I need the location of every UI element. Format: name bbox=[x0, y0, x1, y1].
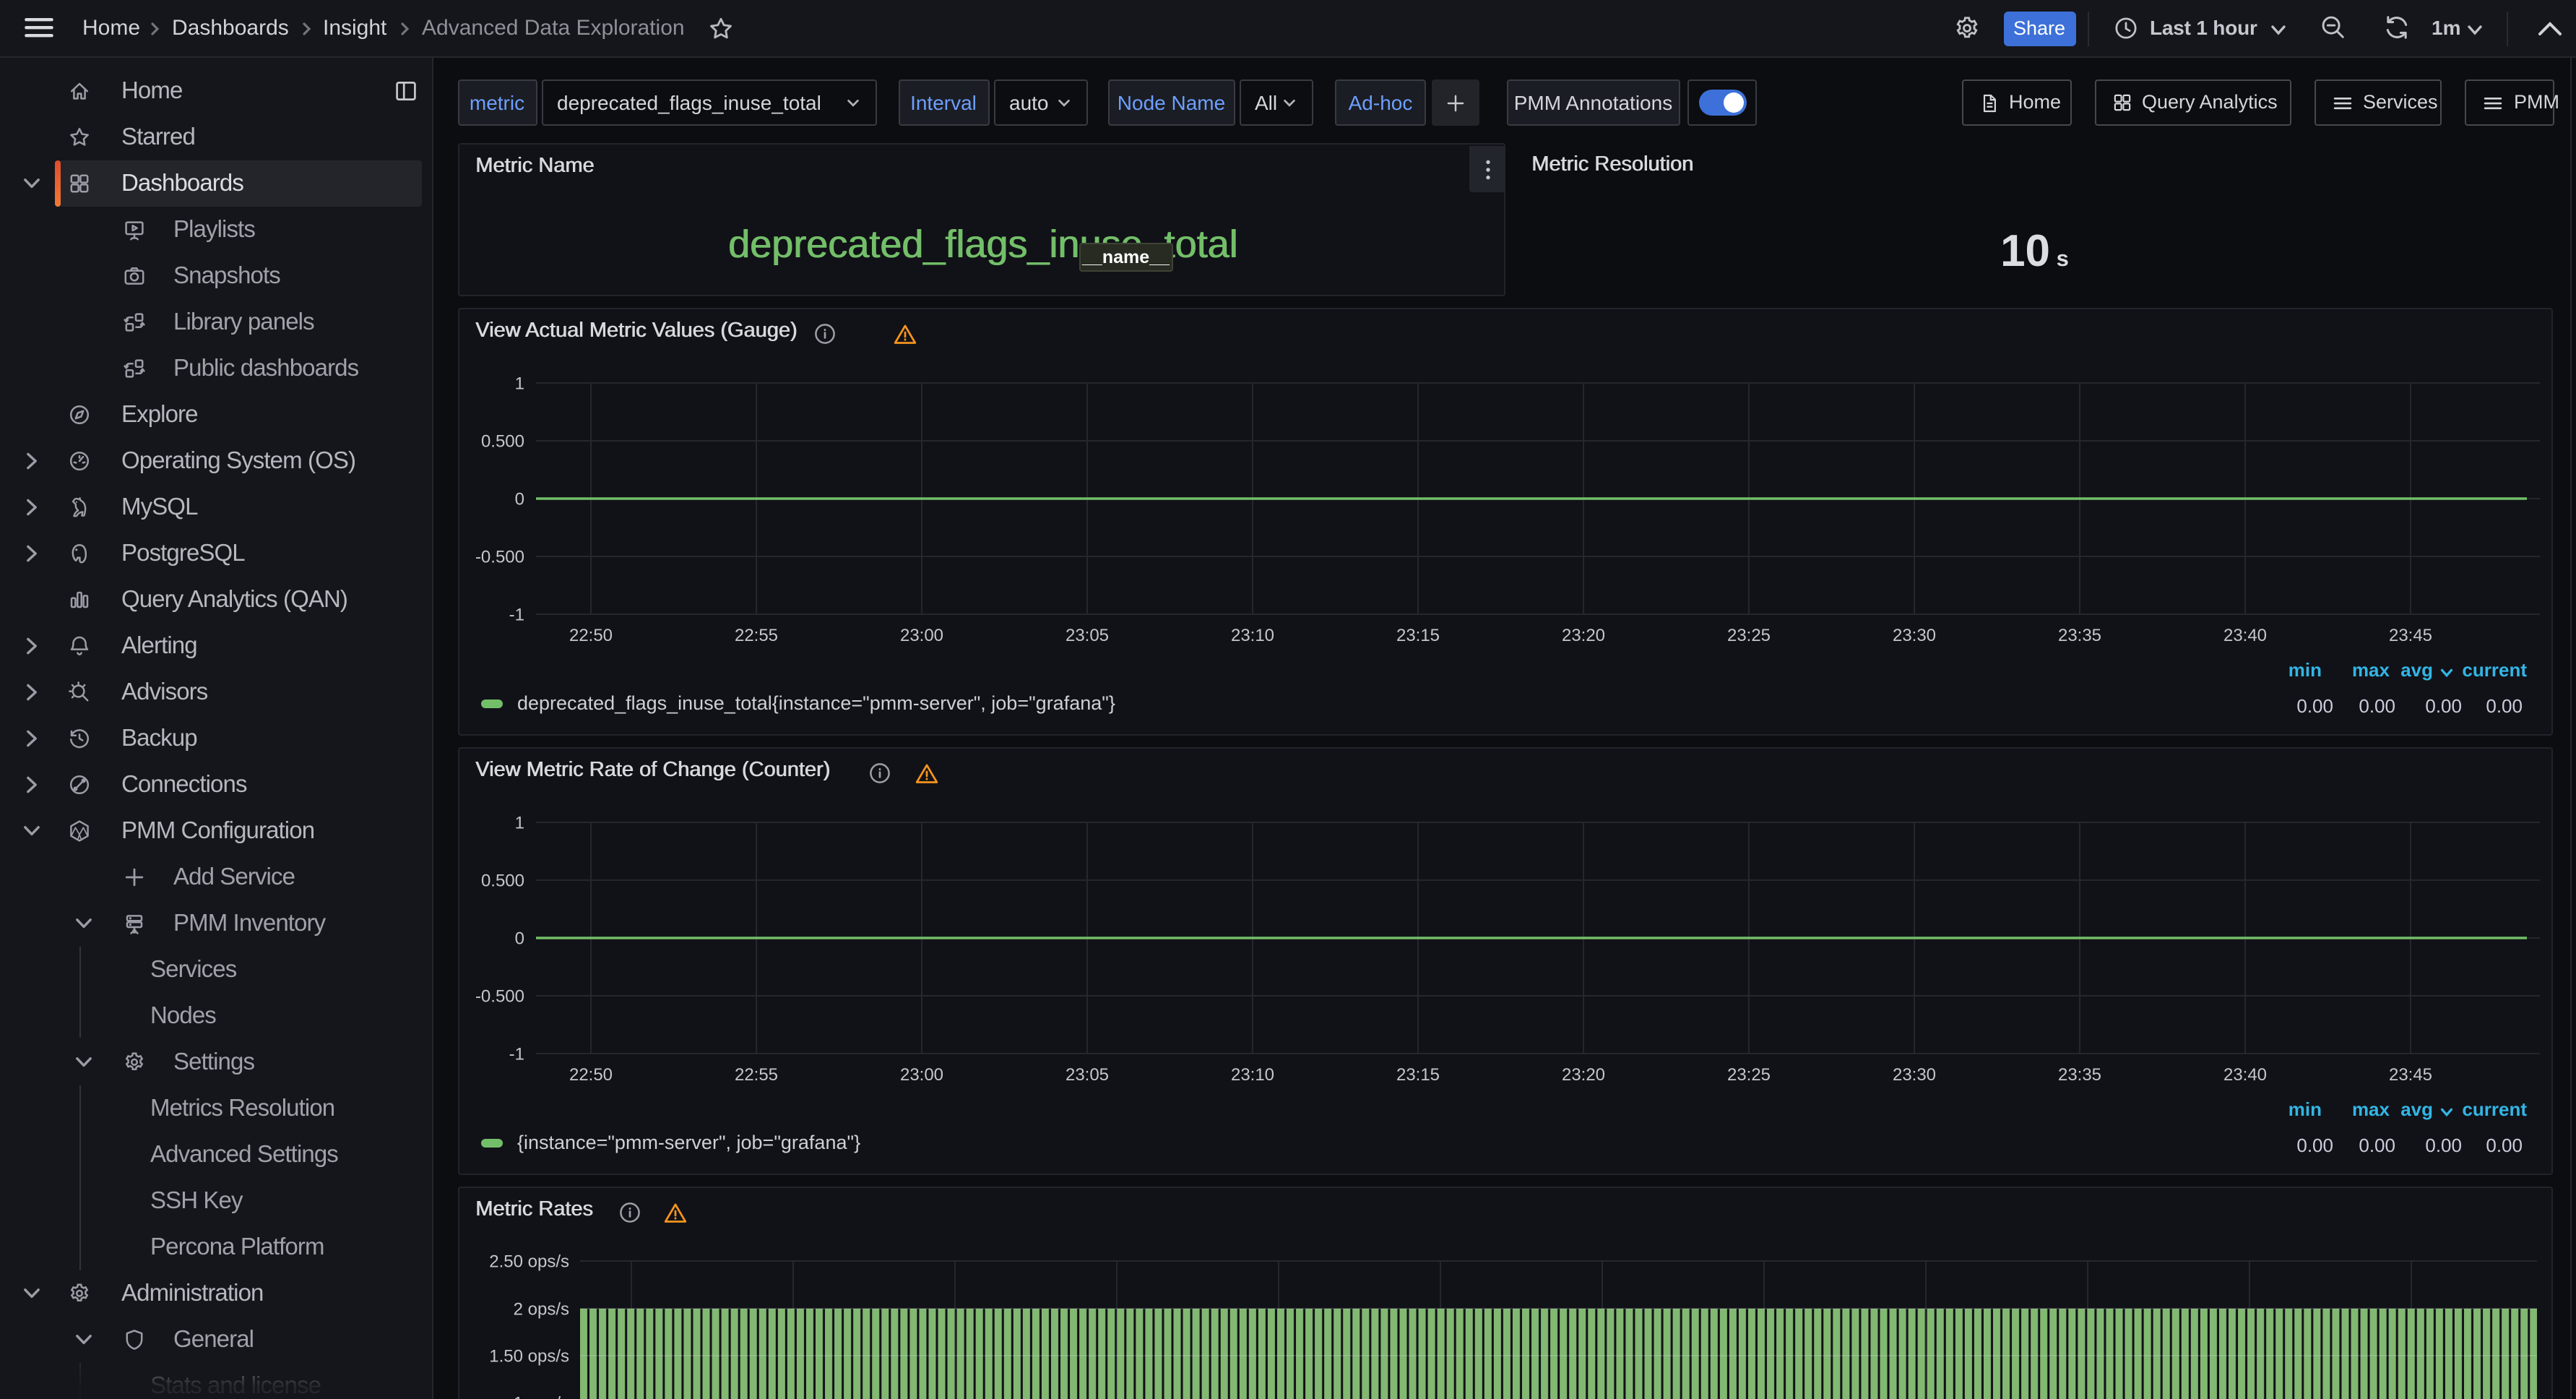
svg-text:0.500: 0.500 bbox=[481, 431, 524, 451]
svg-text:23:25: 23:25 bbox=[1727, 1065, 1771, 1085]
svg-text:1: 1 bbox=[515, 374, 524, 393]
svg-text:23:20: 23:20 bbox=[1562, 1065, 1605, 1085]
svg-text:22:50: 22:50 bbox=[569, 1065, 613, 1085]
svg-text:23:05: 23:05 bbox=[1066, 1065, 1109, 1085]
svg-text:1.50 ops/s: 1.50 ops/s bbox=[489, 1346, 569, 1366]
svg-text:0: 0 bbox=[515, 489, 524, 509]
svg-text:23:30: 23:30 bbox=[1893, 626, 1936, 645]
svg-text:23:35: 23:35 bbox=[2058, 1065, 2101, 1085]
svg-text:23:40: 23:40 bbox=[2223, 626, 2267, 645]
svg-text:23:10: 23:10 bbox=[1231, 1065, 1274, 1085]
svg-text:23:15: 23:15 bbox=[1396, 626, 1440, 645]
svg-text:1 ops/s: 1 ops/s bbox=[514, 1393, 569, 1399]
svg-text:22:55: 22:55 bbox=[735, 1065, 778, 1085]
svg-text:1: 1 bbox=[515, 813, 524, 832]
svg-text:23:40: 23:40 bbox=[2223, 1065, 2267, 1085]
svg-text:23:05: 23:05 bbox=[1066, 626, 1109, 645]
svg-text:-0.500: -0.500 bbox=[475, 986, 524, 1006]
svg-text:23:35: 23:35 bbox=[2058, 626, 2101, 645]
svg-text:23:15: 23:15 bbox=[1396, 1065, 1440, 1085]
svg-text:23:00: 23:00 bbox=[900, 626, 943, 645]
svg-text:22:50: 22:50 bbox=[569, 626, 613, 645]
svg-text:0.500: 0.500 bbox=[481, 871, 524, 890]
svg-text:23:10: 23:10 bbox=[1231, 626, 1274, 645]
svg-text:22:55: 22:55 bbox=[735, 626, 778, 645]
svg-text:-0.500: -0.500 bbox=[475, 547, 524, 567]
svg-text:23:45: 23:45 bbox=[2389, 626, 2432, 645]
svg-text:2 ops/s: 2 ops/s bbox=[514, 1299, 569, 1319]
svg-text:-1: -1 bbox=[509, 605, 524, 624]
svg-text:23:45: 23:45 bbox=[2389, 1065, 2432, 1085]
svg-text:0: 0 bbox=[515, 929, 524, 948]
svg-text:2.50 ops/s: 2.50 ops/s bbox=[489, 1252, 569, 1271]
svg-text:23:20: 23:20 bbox=[1562, 626, 1605, 645]
svg-text:23:00: 23:00 bbox=[900, 1065, 943, 1085]
svg-text:23:30: 23:30 bbox=[1893, 1065, 1936, 1085]
svg-text:-1: -1 bbox=[509, 1044, 524, 1064]
svg-text:23:25: 23:25 bbox=[1727, 626, 1771, 645]
